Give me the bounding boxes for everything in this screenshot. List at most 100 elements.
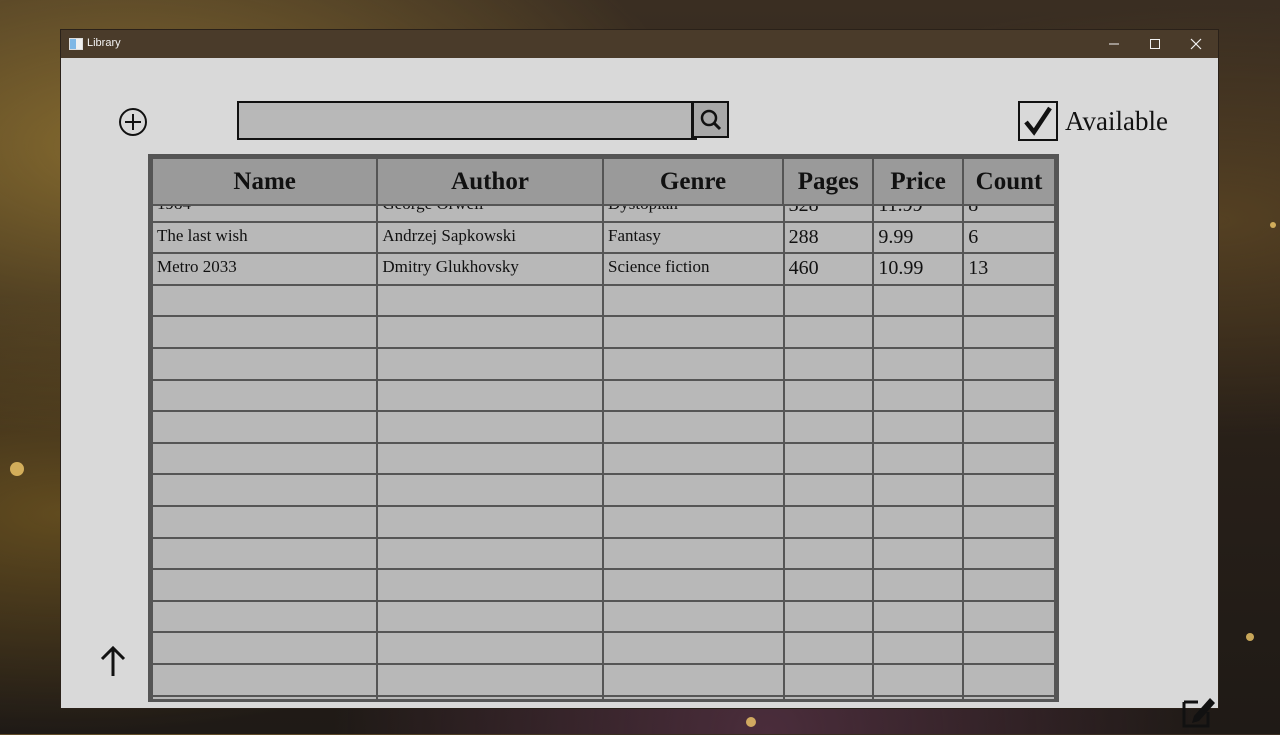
cell-count[interactable] (962, 346, 1056, 381)
cell-author[interactable] (376, 378, 604, 413)
cell-count[interactable] (962, 662, 1056, 697)
cell-price[interactable] (872, 283, 965, 318)
cell-name[interactable] (151, 315, 379, 349)
cell-author[interactable] (376, 441, 604, 476)
cell-price[interactable] (872, 536, 965, 571)
cell-genre[interactable] (602, 441, 785, 476)
cell-author[interactable]: Andrzej Sapkowski (376, 220, 604, 255)
cell-name[interactable]: Metro 2033 (151, 252, 379, 286)
cell-pages[interactable] (782, 662, 875, 697)
cell-price[interactable]: 11.99 (872, 204, 965, 223)
cell-genre[interactable] (602, 568, 785, 602)
cell-genre[interactable] (602, 536, 785, 571)
cell-author[interactable] (376, 315, 604, 349)
cell-genre[interactable] (602, 504, 785, 539)
cell-price[interactable] (872, 568, 965, 602)
cell-count[interactable]: 6 (962, 220, 1056, 255)
available-checkbox[interactable] (1018, 101, 1058, 141)
table-row[interactable] (151, 410, 1056, 444)
search-input[interactable] (237, 101, 697, 140)
table-row[interactable] (151, 536, 1056, 571)
cell-author[interactable] (376, 346, 604, 381)
cell-pages[interactable] (782, 599, 875, 634)
cell-price[interactable]: 9.99 (872, 220, 965, 255)
cell-pages[interactable] (782, 410, 875, 444)
cell-pages[interactable] (782, 568, 875, 602)
cell-author[interactable] (376, 662, 604, 697)
cell-price[interactable] (872, 315, 965, 349)
cell-author[interactable] (376, 536, 604, 571)
cell-author[interactable] (376, 473, 604, 507)
cell-name[interactable] (151, 410, 379, 444)
cell-price[interactable] (872, 441, 965, 476)
cell-pages[interactable] (782, 283, 875, 318)
table-row[interactable] (151, 315, 1056, 349)
table-row[interactable] (151, 568, 1056, 602)
cell-name[interactable] (151, 662, 379, 697)
cell-genre[interactable]: Dystopian (602, 204, 785, 223)
cell-pages[interactable] (782, 536, 875, 571)
cell-name[interactable] (151, 536, 379, 571)
cell-genre[interactable] (602, 694, 785, 699)
cell-price[interactable] (872, 662, 965, 697)
cell-name[interactable]: The last wish (151, 220, 379, 255)
cell-name[interactable] (151, 283, 379, 318)
minimize-button[interactable] (1094, 30, 1134, 58)
cell-count[interactable] (962, 631, 1056, 665)
cell-name[interactable] (151, 568, 379, 602)
cell-count[interactable] (962, 410, 1056, 444)
table-body[interactable]: 1984George OrwellDystopian32811.998The l… (151, 204, 1056, 699)
cell-name[interactable]: 1984 (151, 204, 379, 223)
cell-price[interactable] (872, 694, 965, 699)
cell-pages[interactable]: 460 (782, 252, 875, 286)
cell-price[interactable] (872, 631, 965, 665)
table-row[interactable] (151, 599, 1056, 634)
cell-genre[interactable] (602, 599, 785, 634)
table-row[interactable] (151, 662, 1056, 697)
column-header-genre[interactable]: Genre (601, 157, 785, 206)
cell-count[interactable] (962, 599, 1056, 634)
cell-name[interactable] (151, 473, 379, 507)
close-button[interactable] (1176, 30, 1216, 58)
cell-count[interactable] (962, 378, 1056, 413)
cell-count[interactable] (962, 568, 1056, 602)
cell-price[interactable] (872, 410, 965, 444)
column-header-author[interactable]: Author (376, 157, 604, 206)
cell-pages[interactable] (782, 315, 875, 349)
table-row[interactable] (151, 378, 1056, 413)
cell-count[interactable] (962, 283, 1056, 318)
column-header-count[interactable]: Count (962, 157, 1056, 206)
cell-price[interactable] (872, 346, 965, 381)
cell-genre[interactable]: Science fiction (602, 252, 785, 286)
cell-author[interactable]: Dmitry Glukhovsky (376, 252, 604, 286)
add-book-button[interactable] (118, 107, 148, 137)
cell-genre[interactable] (602, 378, 785, 413)
cell-author[interactable] (376, 568, 604, 602)
search-button[interactable] (691, 101, 729, 138)
cell-count[interactable] (962, 504, 1056, 539)
cell-name[interactable] (151, 441, 379, 476)
cell-pages[interactable] (782, 694, 875, 699)
cell-genre[interactable] (602, 315, 785, 349)
cell-author[interactable] (376, 410, 604, 444)
title-bar[interactable]: Library (61, 30, 1218, 58)
cell-count[interactable] (962, 315, 1056, 349)
table-row[interactable] (151, 473, 1056, 507)
scroll-up-button[interactable] (99, 645, 127, 677)
cell-price[interactable] (872, 599, 965, 634)
cell-genre[interactable] (602, 410, 785, 444)
column-header-name[interactable]: Name (151, 157, 379, 206)
column-header-pages[interactable]: Pages (782, 157, 875, 206)
cell-price[interactable] (872, 504, 965, 539)
cell-author[interactable] (376, 631, 604, 665)
column-header-price[interactable]: Price (872, 157, 965, 206)
cell-pages[interactable] (782, 346, 875, 381)
cell-name[interactable] (151, 631, 379, 665)
cell-author[interactable]: George Orwell (376, 204, 604, 223)
cell-count[interactable]: 13 (962, 252, 1056, 286)
cell-price[interactable]: 10.99 (872, 252, 965, 286)
cell-pages[interactable] (782, 378, 875, 413)
cell-price[interactable] (872, 473, 965, 507)
cell-pages[interactable] (782, 441, 875, 476)
table-row[interactable] (151, 346, 1056, 381)
